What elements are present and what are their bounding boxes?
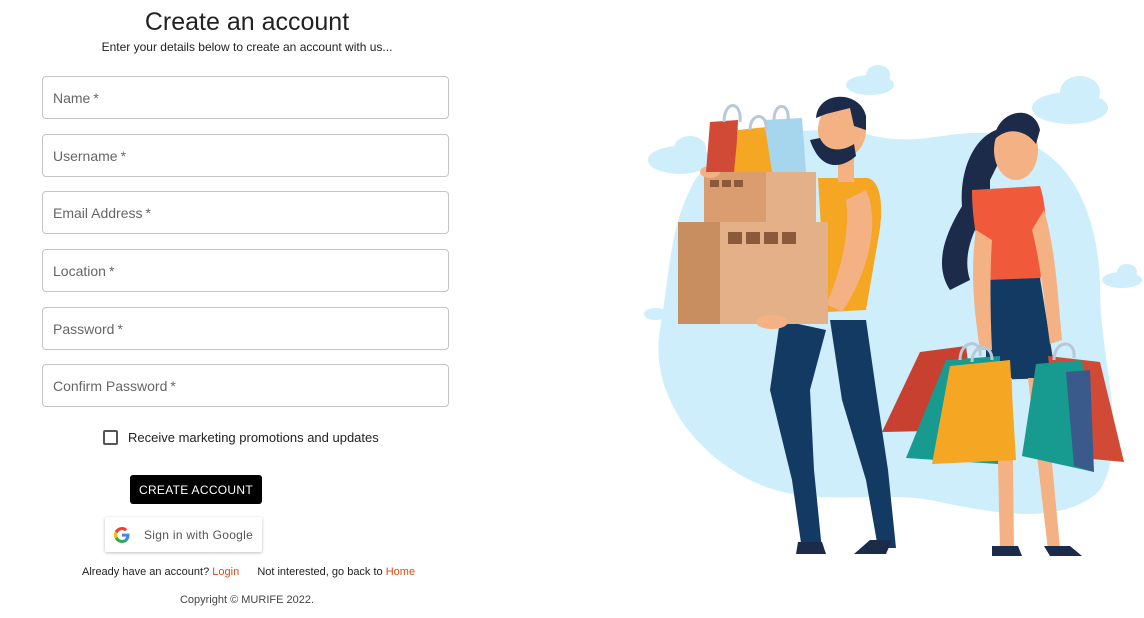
google-signin-label: Sign in with Google <box>144 527 254 542</box>
not-interested-text: Not interested, go back to <box>257 566 383 578</box>
confirm-password-input[interactable] <box>43 365 448 406</box>
footer-links: Already have an account? Login Not inter… <box>82 566 415 578</box>
username-input[interactable] <box>43 135 448 176</box>
google-signin-button[interactable]: Sign in with Google <box>105 517 262 552</box>
shopping-couple-illustration <box>644 65 1142 556</box>
have-account-text: Already have an account? <box>82 566 210 578</box>
location-input[interactable] <box>43 250 448 291</box>
username-field[interactable]: Username * <box>42 134 449 177</box>
confirm-password-field[interactable]: Confirm Password * <box>42 364 449 407</box>
password-field[interactable]: Password * <box>42 307 449 350</box>
marketing-checkbox-label: Receive marketing promotions and updates <box>128 430 379 445</box>
marketing-checkbox-row[interactable]: Receive marketing promotions and updates <box>103 430 379 445</box>
home-link[interactable]: Home <box>386 566 415 578</box>
copyright: Copyright © MURIFE 2022. <box>179 594 315 606</box>
email-field[interactable]: Email Address * <box>42 191 449 234</box>
create-account-button[interactable]: CREATE ACCOUNT <box>130 475 262 504</box>
google-g-icon <box>114 526 130 543</box>
name-input[interactable] <box>43 77 448 118</box>
email-input[interactable] <box>43 192 448 233</box>
name-field[interactable]: Name * <box>42 76 449 119</box>
password-input[interactable] <box>43 308 448 349</box>
location-field[interactable]: Location * <box>42 249 449 292</box>
page-title: Create an account <box>144 8 350 36</box>
login-link[interactable]: Login <box>212 566 239 578</box>
marketing-checkbox[interactable] <box>103 430 118 445</box>
page-subtitle: Enter your details below to create an ac… <box>101 40 393 54</box>
